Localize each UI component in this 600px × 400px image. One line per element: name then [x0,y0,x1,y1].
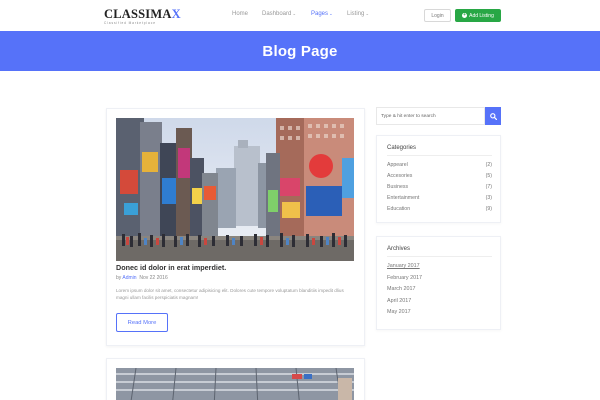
blog-post-card [106,358,365,400]
archives-widget: Archives January 2017 February 2017 Marc… [376,236,501,330]
post-date: Nov 22 2016 [139,275,168,281]
brand-logo[interactable]: CLASSIMAX Classified Marketplace [104,8,181,25]
chevron-down-icon: ⌄ [329,11,333,16]
category-item[interactable]: Entertainment (3) [387,195,492,206]
archive-item[interactable]: February 2017 [387,275,492,287]
brand-tagline: Classified Marketplace [104,20,156,25]
divider [387,155,492,156]
brand-name-accent: X [171,7,181,21]
blog-post-card: Donec id dolor in erat imperdiet. by Adm… [106,108,365,346]
divider [387,256,492,257]
widget-title: Categories [387,145,417,151]
nav-pages[interactable]: Pages⌄ [311,11,333,17]
category-list: Appearel (2) Accesories (5) Business (7) En… [387,162,492,217]
post-image[interactable] [116,368,354,400]
nav-home[interactable]: Home [232,11,248,17]
post-excerpt: Lorem ipsum dolor sit amet, consectetur … [116,288,344,300]
page-title: Blog Page [262,42,338,60]
read-more-button[interactable]: Read More [116,313,168,332]
post-title[interactable]: Donec id dolor in erat imperdiet. [116,263,226,272]
page-header-banner: Blog Page [0,31,600,71]
chevron-down-icon: ⌄ [292,11,297,16]
archive-item[interactable]: January 2017 [387,263,492,275]
category-item[interactable]: Accesories (5) [387,173,492,184]
chevron-down-icon: ⌄ [365,11,370,16]
widget-title: Archives [387,246,411,252]
category-item[interactable]: Education (9) [387,206,492,217]
brand-name: CLASSIMA [104,7,172,21]
top-navbar: CLASSIMAX Classified Marketplace Home Da… [0,0,600,31]
category-item[interactable]: Business (7) [387,184,492,195]
plus-circle-icon: + [462,12,468,18]
search-button[interactable] [485,107,501,125]
post-image-times-square[interactable] [116,118,354,261]
login-button[interactable]: Login [424,9,451,22]
archive-item[interactable]: March 2017 [387,286,492,298]
categories-widget: Categories Appearel (2) Accesories (5) Bus… [376,135,501,223]
search-icon [489,112,497,120]
archive-list: January 2017 February 2017 March 2017 Ap… [387,263,492,321]
search-input[interactable]: Type & hit enter to search [376,107,485,125]
nav-dashboard[interactable]: Dashboard⌄ [262,11,296,17]
post-author-link[interactable]: Admin [122,275,136,281]
archive-item[interactable]: April 2017 [387,298,492,310]
add-listing-button[interactable]: + Add Listing [455,9,501,22]
archive-item[interactable]: May 2017 [387,309,492,321]
post-meta: by Admin Nov 22 2016 [116,275,168,281]
category-item[interactable]: Appearel (2) [387,162,492,173]
nav-listing[interactable]: Listing⌄ [347,11,369,17]
